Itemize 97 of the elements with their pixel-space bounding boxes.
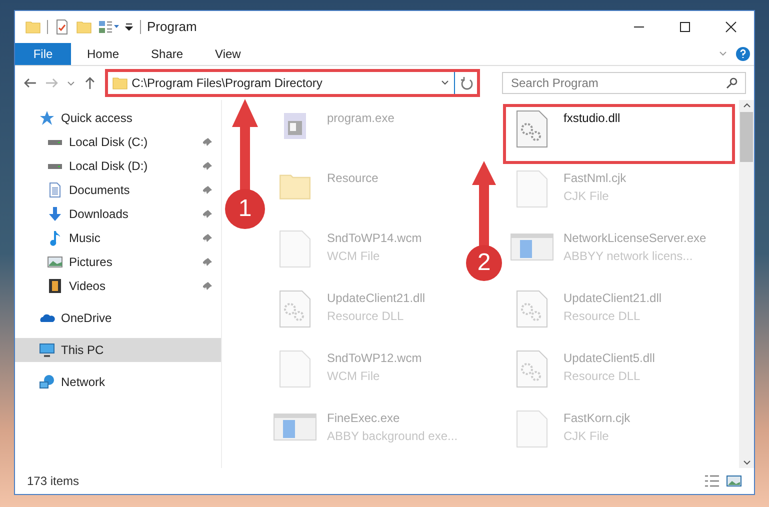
sidebar-item[interactable]: Pictures bbox=[15, 250, 221, 274]
sidebar-item[interactable]: OneDrive bbox=[15, 306, 221, 330]
drive-icon bbox=[48, 140, 62, 144]
sidebar-label: Music bbox=[69, 230, 102, 247]
gear-file-icon bbox=[278, 289, 312, 329]
drive-icon bbox=[48, 164, 62, 168]
file-type: Resource DLL bbox=[564, 308, 642, 325]
ribbon-tab[interactable]: View bbox=[199, 43, 257, 65]
pin-icon bbox=[203, 209, 213, 219]
file-type: Resource DLL bbox=[327, 308, 405, 325]
file-type: WCM File bbox=[327, 248, 381, 265]
pin-icon bbox=[203, 161, 213, 171]
file-name: SndToWP14.wcm bbox=[327, 230, 422, 247]
sidebar-item[interactable]: Downloads bbox=[15, 202, 221, 226]
file-name: Resource bbox=[327, 170, 378, 187]
gear-file-icon bbox=[514, 109, 548, 149]
search-field[interactable]: Search Program bbox=[502, 72, 746, 94]
sidebar-label: Downloads bbox=[69, 206, 130, 223]
close-icon[interactable] bbox=[725, 21, 737, 33]
file-name: program.exe bbox=[327, 110, 394, 127]
star-icon bbox=[39, 110, 55, 126]
down-arrow-icon bbox=[47, 206, 63, 222]
file-name: fxstudio.dll bbox=[564, 110, 620, 127]
view-options-icon bbox=[98, 19, 120, 35]
sidebar-label: Network bbox=[61, 374, 106, 391]
file-name: FineExec.exe bbox=[327, 410, 401, 427]
search-icon bbox=[726, 77, 738, 89]
ribbon-tab[interactable]: File bbox=[15, 43, 71, 65]
file-name: UpdateClient21.dll bbox=[564, 290, 662, 307]
dropdown-caret-icon[interactable] bbox=[124, 22, 134, 32]
file-type: WCM File bbox=[327, 368, 381, 385]
file-name: UpdateClient5.dll bbox=[564, 350, 655, 367]
file-name: NetworkLicenseServer.exe bbox=[564, 230, 706, 247]
scrollbar[interactable] bbox=[739, 100, 754, 468]
blank-file-icon bbox=[514, 409, 548, 449]
file-name: UpdateClient21.dll bbox=[327, 290, 426, 307]
sidebar-label: Videos bbox=[69, 278, 106, 295]
address-path: C:\Program Files\Program Directory bbox=[132, 75, 324, 92]
window-title: Program bbox=[147, 18, 197, 36]
blank-file-icon bbox=[514, 169, 548, 209]
sidebar-item[interactable]: Documents bbox=[15, 178, 221, 202]
address-bar[interactable]: C:\Program Files\Program Directory bbox=[104, 69, 480, 97]
sidebar-item[interactable]: Quick access bbox=[15, 106, 221, 130]
sidebar-label: Quick access bbox=[61, 110, 134, 127]
scrollbar-thumb[interactable] bbox=[740, 112, 753, 162]
ribbon-tab[interactable]: Share bbox=[135, 43, 200, 65]
chevron-down-icon[interactable] bbox=[66, 79, 75, 87]
large-icons-view-icon[interactable] bbox=[726, 474, 742, 488]
picture-icon bbox=[47, 254, 63, 270]
item-count: 173 items bbox=[27, 473, 80, 490]
sidebar-item[interactable]: Network bbox=[15, 370, 221, 394]
sidebar-label: Local Disk (D:) bbox=[69, 158, 149, 175]
pin-icon bbox=[203, 281, 213, 291]
step-badge: 1 bbox=[225, 189, 265, 229]
file-type: CJK File bbox=[564, 188, 610, 205]
maximize-icon[interactable] bbox=[679, 21, 691, 33]
file-type: ABBY background exe... bbox=[327, 428, 458, 445]
file-name: FastNml.cjk bbox=[564, 170, 626, 187]
folder-icon bbox=[76, 19, 92, 35]
sidebar-item[interactable]: Music bbox=[15, 226, 221, 250]
sidebar-label: Documents bbox=[69, 182, 131, 199]
folder-icon bbox=[25, 19, 41, 35]
sidebar-label: Local Disk (C:) bbox=[69, 134, 149, 151]
sidebar-label: OneDrive bbox=[61, 310, 113, 327]
sidebar-item[interactable]: Local Disk (C:) bbox=[15, 130, 221, 154]
blank-file-icon bbox=[278, 349, 312, 389]
details-view-icon[interactable] bbox=[704, 474, 720, 488]
up-arrow-icon[interactable] bbox=[82, 76, 97, 90]
network-icon bbox=[39, 374, 55, 390]
file-name: FastKorn.cjk bbox=[564, 410, 630, 427]
monitor-icon bbox=[39, 342, 55, 358]
file-item[interactable]: fxstudio.dll bbox=[502, 104, 734, 164]
gear-file-icon bbox=[514, 289, 548, 329]
sidebar-item[interactable]: Local Disk (D:) bbox=[15, 154, 221, 178]
film-icon bbox=[47, 278, 63, 294]
blank-file-icon bbox=[278, 229, 312, 269]
sidebar-item[interactable]: This PC bbox=[15, 338, 221, 362]
file-type: Resource DLL bbox=[564, 368, 642, 385]
file-type: ABBYY network licens... bbox=[564, 248, 694, 265]
properties-icon bbox=[54, 19, 70, 35]
folder-icon bbox=[112, 75, 128, 91]
pin-icon bbox=[203, 257, 213, 267]
document-icon bbox=[47, 182, 63, 198]
pin-icon bbox=[203, 185, 213, 195]
minimize-icon[interactable] bbox=[633, 26, 645, 28]
back-arrow-icon[interactable] bbox=[23, 76, 37, 90]
sidebar-label: Pictures bbox=[69, 254, 114, 271]
pin-icon bbox=[203, 137, 213, 147]
pin-icon bbox=[203, 233, 213, 243]
help-icon[interactable] bbox=[736, 47, 750, 61]
ribbon-tab[interactable]: Home bbox=[71, 43, 136, 65]
step-badge: 2 bbox=[466, 245, 502, 281]
sidebar-item[interactable]: Videos bbox=[15, 274, 221, 298]
sidebar-label: This PC bbox=[61, 342, 105, 359]
file-type: CJK File bbox=[564, 428, 610, 445]
gear-file-icon bbox=[514, 349, 548, 389]
file-name: SndToWP12.wcm bbox=[327, 350, 422, 367]
